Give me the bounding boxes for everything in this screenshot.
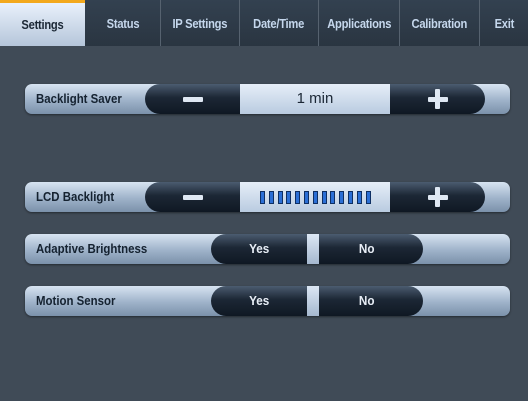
lcd-backlight-decrease-button[interactable]	[145, 182, 240, 212]
backlight-saver-label: Backlight Saver	[36, 91, 122, 106]
minus-icon	[182, 97, 203, 102]
lcd-level-segment	[277, 191, 283, 204]
tab-date-time[interactable]: Date/Time	[240, 0, 319, 46]
toggle-divider	[307, 234, 319, 264]
tab-applications[interactable]: Applications	[319, 0, 400, 46]
plus-icon	[435, 187, 440, 207]
adaptive-brightness-row: Adaptive Brightness Yes No	[25, 234, 510, 264]
lcd-backlight-row: LCD Backlight	[25, 182, 510, 212]
tab-settings[interactable]: Settings	[0, 0, 85, 46]
motion-sensor-yes-label: Yes	[248, 293, 270, 308]
motion-sensor-yes-button[interactable]: Yes	[211, 286, 307, 316]
lcd-backlight-label: LCD Backlight	[36, 189, 115, 204]
toggle-divider	[307, 286, 319, 316]
motion-sensor-no-label: No	[359, 293, 375, 308]
lcd-level-segment	[339, 191, 345, 204]
minus-icon	[182, 195, 203, 200]
tab-date-time-label: Date/Time	[253, 15, 305, 31]
motion-sensor-label: Motion Sensor	[36, 293, 116, 308]
tab-applications-label: Applications	[326, 15, 391, 31]
lcd-level-segment	[356, 191, 362, 204]
tab-exit[interactable]: Exit	[480, 0, 528, 46]
tab-ip-settings[interactable]: IP Settings	[161, 0, 240, 46]
tab-calibration[interactable]: Calibration	[400, 0, 480, 46]
lcd-level-segment	[260, 191, 265, 204]
adaptive-brightness-label: Adaptive Brightness	[36, 241, 148, 256]
lcd-level-segment	[365, 191, 371, 204]
tab-exit-label: Exit	[494, 15, 514, 31]
tab-calibration-label: Calibration	[411, 15, 468, 31]
adaptive-brightness-no-label: No	[359, 241, 375, 256]
motion-sensor-row: Motion Sensor Yes No	[25, 286, 510, 316]
tab-settings-label: Settings	[21, 17, 64, 32]
backlight-saver-increase-button[interactable]	[390, 84, 485, 114]
lcd-backlight-increase-button[interactable]	[390, 182, 485, 212]
lcd-level-segment	[321, 191, 327, 204]
tab-ip-settings-label: IP Settings	[172, 15, 228, 31]
adaptive-brightness-yes-button[interactable]: Yes	[211, 234, 307, 264]
lcd-level-segment	[268, 191, 274, 204]
motion-sensor-no-button[interactable]: No	[319, 286, 423, 316]
lcd-backlight-level-bar[interactable]	[240, 182, 390, 212]
lcd-level-segment	[304, 191, 309, 204]
backlight-saver-value: 1 min	[240, 84, 390, 114]
tab-status[interactable]: Status	[85, 0, 161, 46]
lcd-level-segment	[312, 191, 318, 204]
tab-bar: Settings Status IP Settings Date/Time Ap…	[0, 0, 528, 46]
lcd-level-segment	[330, 191, 336, 204]
tab-status-label: Status	[106, 15, 139, 31]
backlight-saver-decrease-button[interactable]	[145, 84, 240, 114]
lcd-level-segment	[295, 191, 301, 204]
backlight-saver-row: Backlight Saver 1 min	[25, 84, 510, 114]
lcd-level-segment	[286, 191, 292, 204]
settings-screen: Settings Status IP Settings Date/Time Ap…	[0, 0, 528, 401]
plus-icon	[435, 89, 440, 109]
adaptive-brightness-yes-label: Yes	[248, 241, 270, 256]
adaptive-brightness-no-button[interactable]: No	[319, 234, 423, 264]
lcd-level-segment	[348, 191, 353, 204]
